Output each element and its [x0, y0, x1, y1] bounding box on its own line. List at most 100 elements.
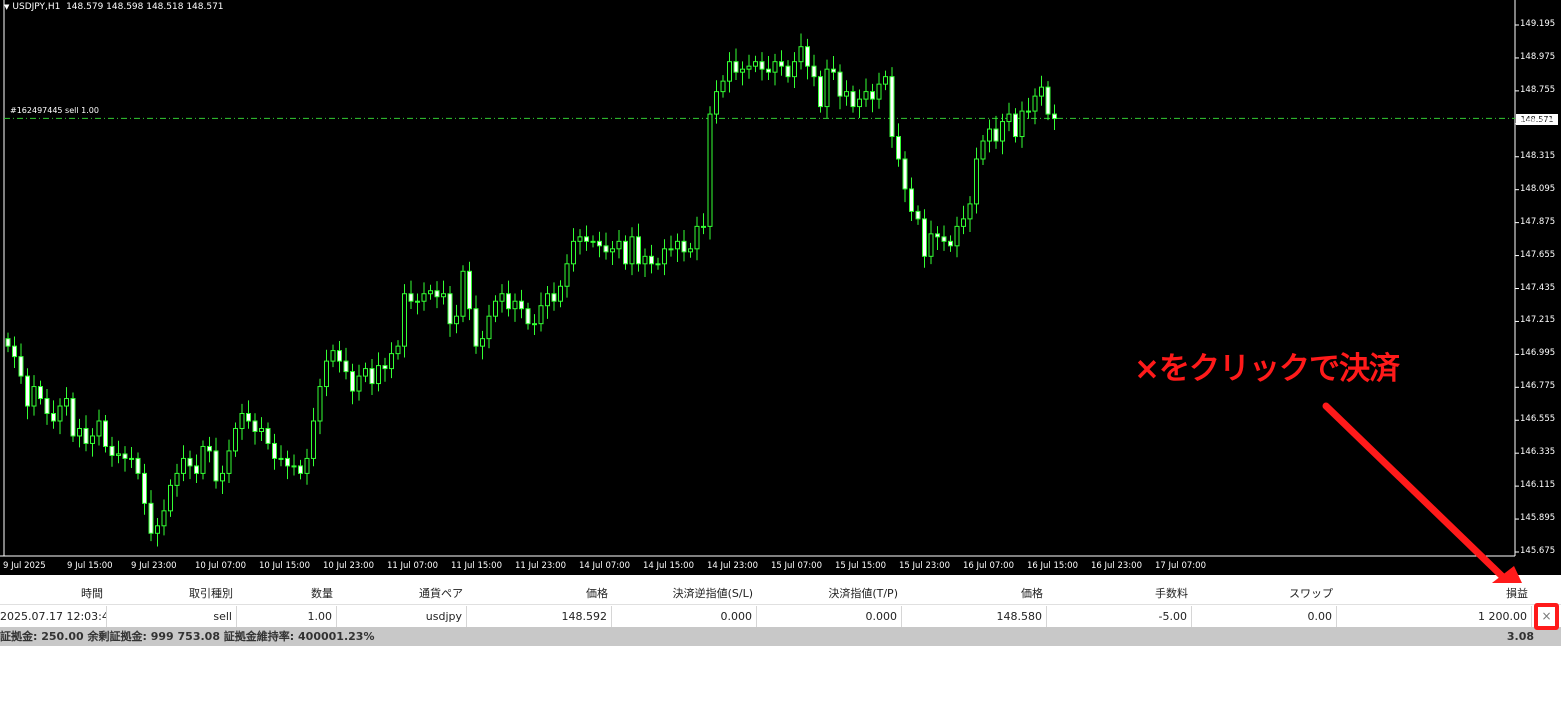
column-header[interactable]: 取引種別	[107, 583, 237, 604]
column-header[interactable]: 損益	[1337, 583, 1532, 604]
candle-body	[220, 472, 225, 482]
candle-body	[174, 472, 180, 486]
chart-header: ▼ USDJPY,H1 148.579 148.598 148.518 148.5…	[4, 2, 224, 12]
candle-body	[642, 255, 648, 265]
candle-body	[987, 128, 992, 142]
candle-body	[116, 453, 121, 456]
column-header[interactable]: スワップ	[1192, 583, 1337, 604]
price-tick-label: 148.095	[1520, 183, 1556, 194]
dropdown-triangle-icon[interactable]: ▼	[4, 3, 9, 11]
candle-body	[551, 293, 557, 302]
candle-body	[831, 68, 836, 73]
candle-body	[64, 398, 69, 407]
candle-body	[1039, 86, 1044, 97]
candle-body	[447, 293, 453, 325]
candle-body	[623, 240, 628, 265]
time-tick-label: 10 Jul 23:00	[323, 561, 374, 571]
column-header[interactable]: 数量	[237, 583, 337, 604]
candle-body	[857, 98, 862, 108]
candle-body	[233, 427, 238, 452]
time-tick-label: 14 Jul 15:00	[643, 561, 694, 571]
candle-body	[525, 308, 531, 325]
candle-body	[662, 248, 667, 265]
candle-body	[655, 263, 661, 266]
candle-body	[389, 353, 394, 370]
column-header[interactable]: 手数料	[1047, 583, 1192, 604]
price-tick-label: 148.315	[1520, 150, 1556, 161]
candle-body	[304, 457, 310, 474]
candle-body	[324, 360, 329, 388]
candle-body	[421, 293, 427, 302]
candle-body	[1026, 110, 1031, 113]
candle-body	[564, 263, 570, 287]
candle-body	[720, 80, 726, 93]
candle-body	[863, 91, 869, 100]
price-chart[interactable]: ▼ USDJPY,H1 148.579 148.598 148.518 148.5…	[0, 0, 1561, 575]
candle-body	[109, 445, 115, 456]
candle-body	[571, 240, 576, 265]
candle-body	[473, 308, 479, 347]
candle-body	[467, 270, 472, 310]
price-tick-label: 146.115	[1520, 480, 1556, 491]
time-tick-label: 11 Jul 23:00	[515, 561, 566, 571]
candle-body	[408, 293, 414, 302]
candle-body	[883, 76, 888, 85]
candle-body	[31, 386, 37, 407]
order-line-label[interactable]: #162497445 sell 1.00	[10, 106, 99, 115]
column-header[interactable]: 時間	[0, 583, 107, 604]
candle-body	[1052, 113, 1057, 120]
column-header[interactable]: 価格	[902, 583, 1047, 604]
candle-body	[311, 420, 316, 459]
candle-body	[590, 240, 596, 243]
column-header[interactable]: 価格	[467, 583, 612, 604]
candle-body	[538, 305, 544, 325]
candle-body	[746, 65, 752, 70]
candle-body	[1032, 95, 1038, 112]
candle-body	[766, 68, 771, 73]
table-cell: 148.580	[902, 606, 1047, 627]
candle-body	[545, 293, 550, 307]
time-tick-label: 15 Jul 15:00	[835, 561, 886, 571]
price-tick-label: 145.675	[1520, 546, 1556, 556]
price-tick-label: 145.895	[1520, 513, 1556, 524]
table-cell: 0.000	[612, 606, 757, 627]
candle-body	[811, 65, 817, 78]
candle-body	[12, 345, 17, 358]
candle-body	[954, 225, 960, 247]
candle-body	[850, 91, 856, 108]
candle-body	[941, 236, 947, 242]
column-header[interactable]: 決済逆指値(S/L)	[612, 583, 757, 604]
close-position-button[interactable]: ×	[1534, 603, 1559, 630]
candle-body	[668, 248, 674, 251]
candle-body	[902, 158, 908, 190]
candle-body	[265, 427, 271, 444]
candle-body	[1000, 121, 1005, 142]
price-tick-label: 149.195	[1520, 19, 1556, 29]
candle-body	[90, 435, 95, 444]
time-tick-label: 10 Jul 15:00	[259, 561, 310, 571]
candle-body	[460, 270, 466, 317]
price-tick-label: 148.755	[1520, 84, 1556, 95]
column-header[interactable]: 決済指値(T/P)	[757, 583, 902, 604]
candle-body	[103, 420, 108, 447]
candle-body	[499, 293, 505, 302]
candle-body	[733, 61, 739, 73]
price-tick-label: 148.535	[1520, 117, 1556, 128]
candle-body	[1045, 86, 1051, 115]
table-cell: 1.00	[237, 606, 337, 627]
table-row[interactable]: 2025.07.17 12:03:49 sell 1.00 usdjpy 148.592…	[0, 606, 1561, 627]
candle-body	[44, 398, 50, 415]
candle-body	[818, 76, 823, 108]
candle-body	[252, 420, 258, 432]
candle-body	[759, 61, 765, 70]
column-header[interactable]: 通貨ペア	[337, 583, 467, 604]
candle-body	[285, 457, 290, 467]
table-cell: 0.00	[1192, 606, 1337, 627]
candle-body	[993, 128, 999, 142]
candle-body	[506, 293, 511, 310]
table-header-row: 時間 取引種別 数量 通貨ペア 価格 決済逆指値(S/L) 決済指値(T/P) 価格 手数料 スワ…	[0, 583, 1561, 605]
table-cell: 148.592	[467, 606, 612, 627]
candle-body	[785, 65, 791, 78]
candle-body	[77, 427, 82, 437]
candle-body	[519, 300, 524, 310]
